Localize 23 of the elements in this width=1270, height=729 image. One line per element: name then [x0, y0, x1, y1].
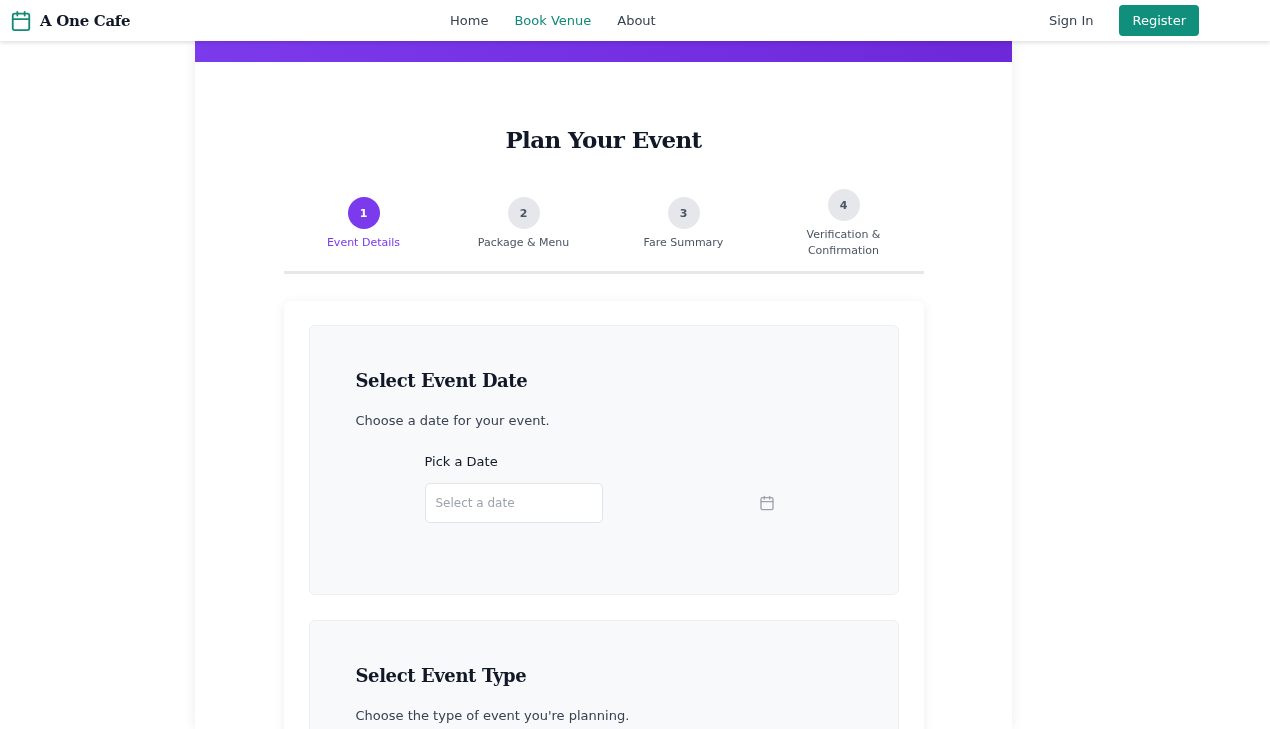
step-label: Event Details — [326, 235, 401, 251]
calendar-icon — [10, 9, 32, 32]
date-input-field[interactable]: Select a date — [424, 483, 603, 523]
section-title: Select Event Date — [355, 370, 529, 391]
section-description: Choose the type of event you're planning. — [355, 708, 631, 723]
section-description: Choose a date for your event. — [355, 413, 551, 428]
nav-link[interactable]: Home — [450, 13, 489, 28]
step-number[interactable]: 4 — [827, 189, 860, 221]
step-label: Verification & Confirmation — [805, 227, 882, 259]
brand-name[interactable]: A One Cafe — [40, 11, 131, 30]
step-label: Fare Summary — [643, 235, 724, 251]
nav-link[interactable]: About — [617, 13, 656, 28]
step-number[interactable]: 1 — [347, 197, 380, 229]
step-label: Package & Menu — [477, 235, 570, 251]
step-number[interactable]: 2 — [507, 197, 540, 229]
nav-link[interactable]: Book Venue — [514, 13, 592, 28]
field-label: Pick a Date — [424, 454, 499, 469]
step-number[interactable]: 3 — [667, 197, 700, 229]
page-title: Plan Your Event — [504, 126, 703, 153]
calendar-icon[interactable] — [758, 495, 775, 511]
register-button[interactable]: Register — [1119, 5, 1199, 36]
sign-in-link[interactable]: Sign In — [1048, 13, 1094, 28]
section-title: Select Event Type — [355, 665, 528, 686]
